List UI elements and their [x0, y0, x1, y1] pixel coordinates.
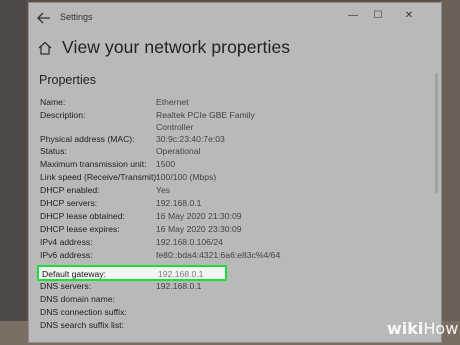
page-title: View your network properties [62, 37, 291, 57]
property-label: DHCP servers: [40, 198, 98, 208]
background-right [440, 0, 460, 345]
scrollbar[interactable] [435, 73, 438, 193]
property-label: Status: [40, 146, 67, 156]
default-gateway-highlight: Default gateway: 192.168.0.1 [37, 265, 227, 281]
property-row: IPv6 address: fe80::bda4:4321:6a6:e83c%4/… [40, 250, 430, 263]
property-row: Link speed (Receive/Transmit): 100/100 (M… [40, 172, 430, 185]
property-value: fe80::bda4:4321:6a6:e83c%4/64 [156, 250, 281, 260]
property-row: DHCP lease obtained: 16 May 2020 21:30:09 [40, 211, 430, 224]
property-label: Name: [40, 97, 66, 107]
property-value: 16 May 2020 21:30:09 [156, 211, 242, 221]
property-row: DNS domain name: [40, 294, 430, 307]
property-row: DNS servers: 192.168.0.1 [40, 281, 430, 294]
watermark-bold: wiki [387, 319, 424, 338]
property-label: DNS search suffix list: [40, 320, 124, 330]
property-value: 192.168.0.1 [156, 281, 202, 291]
property-label: DNS connection suffix: [40, 307, 127, 317]
property-value: Ethernet [156, 97, 189, 107]
home-icon[interactable] [37, 40, 53, 56]
property-label: Maximum transmission unit: [40, 159, 147, 169]
property-label: DHCP lease obtained: [40, 211, 125, 221]
section-title: Properties [39, 73, 96, 87]
property-value: 192.168.0.1 [158, 269, 204, 279]
window-title: Settings [60, 12, 93, 22]
property-label: Physical address (MAC): [40, 134, 135, 144]
property-value: 16 May 2020 23:30:09 [156, 224, 242, 234]
property-label: Default gateway: [42, 269, 107, 279]
property-value: 192.168.0.1 [156, 198, 202, 208]
minimize-button[interactable]: — [344, 10, 362, 24]
property-value: 1500 [156, 159, 176, 169]
property-value: Yes [156, 185, 171, 195]
property-value: Operational [156, 146, 201, 156]
property-label: DHCP lease expires: [40, 224, 120, 234]
close-button[interactable]: ✕ [400, 10, 418, 24]
property-label: DNS domain name: [40, 294, 115, 304]
property-row: DHCP servers: 192.168.0.1 [40, 198, 430, 211]
property-row: DNS connection suffix: [40, 307, 430, 320]
wikihow-watermark: wikiHow [387, 319, 458, 338]
property-row: Maximum transmission unit: 1500 [40, 159, 430, 172]
property-label: Link speed (Receive/Transmit): [40, 172, 159, 182]
property-row: Status: Operational [40, 146, 430, 159]
property-label: DHCP enabled: [40, 185, 100, 195]
maximize-button[interactable]: ☐ [369, 10, 387, 24]
property-value: 30:9c:23:40:7e:03 [156, 134, 225, 144]
property-row: DNS search suffix list: [40, 320, 430, 333]
property-label: IPv6 address: [40, 250, 93, 260]
background-left [0, 0, 26, 345]
watermark-light: How [423, 319, 459, 338]
property-row: IPv4 address: 192.168.0.106/24 [40, 237, 430, 250]
property-row: DHCP enabled: Yes [40, 185, 430, 198]
property-row: Name: Ethernet [40, 97, 430, 110]
back-arrow-icon[interactable] [37, 11, 51, 24]
property-label: DNS servers: [40, 281, 92, 291]
settings-window: Settings — ☐ ✕ View your network propert… [28, 2, 442, 343]
property-value: 100/100 (Mbps) [156, 172, 217, 182]
property-value: Realtek PCIe GBE Family [156, 110, 255, 120]
property-label: Description: [40, 110, 86, 120]
title-bar: Settings — ☐ ✕ [29, 3, 441, 31]
property-row: DHCP lease expires: 16 May 2020 23:30:09 [40, 224, 430, 237]
property-label: IPv4 address: [40, 237, 93, 247]
property-value: 192.168.0.106/24 [156, 237, 223, 247]
property-value: Controller [156, 122, 194, 132]
